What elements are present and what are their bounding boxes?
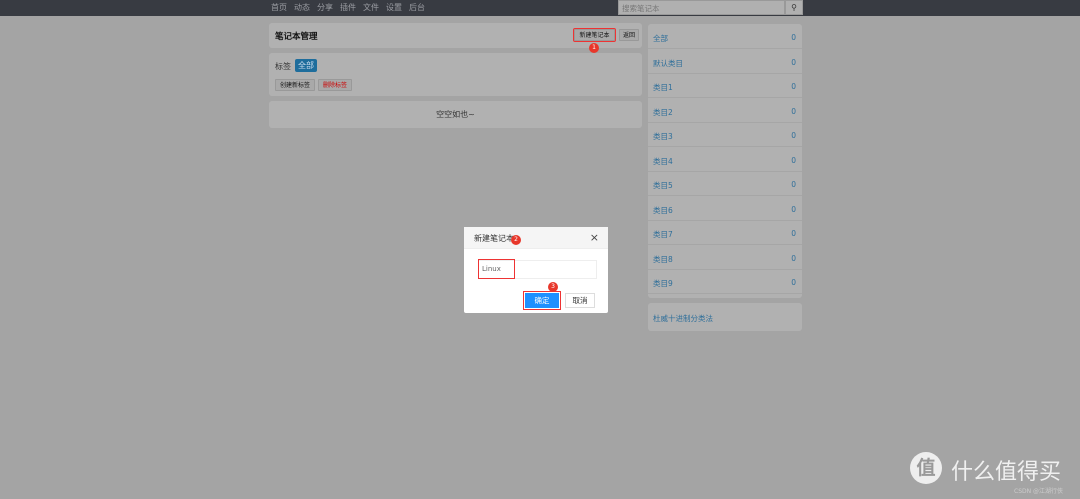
csdn-watermark: CSDN @江湖行侠: [1014, 488, 1064, 495]
nav-item[interactable]: 首页: [271, 2, 287, 13]
annotation-badge-1: 1: [589, 43, 599, 53]
create-tag-button[interactable]: 创建新标签: [275, 79, 315, 91]
category-item[interactable]: 类目2 0: [648, 99, 802, 123]
category-count: 0: [791, 229, 796, 238]
back-button[interactable]: 返回: [619, 29, 639, 41]
category-label: 默认类目: [653, 58, 683, 68]
confirm-button[interactable]: 确定: [523, 291, 561, 310]
category-label: 类目1: [653, 83, 673, 92]
category-count: 0: [791, 204, 796, 214]
new-notebook-dialog: 新建笔记本 × Linux 确定 取消: [464, 227, 608, 313]
category-count: 0: [791, 82, 796, 91]
category-count: 0: [791, 131, 796, 140]
cancel-button[interactable]: 取消: [565, 293, 595, 308]
category-item[interactable]: 类目1 0: [648, 74, 802, 98]
nav-item[interactable]: 后台: [409, 2, 425, 13]
annotation-badge-2: 2: [511, 235, 521, 245]
search-button[interactable]: ⚲: [785, 0, 803, 15]
nav-item[interactable]: 分享: [317, 2, 333, 13]
new-notebook-button[interactable]: 新建笔记本: [573, 28, 616, 42]
category-count: 0: [791, 106, 796, 116]
category-count: 0: [791, 253, 796, 263]
dialog-title: 新建笔记本: [474, 234, 514, 243]
category-count: 0: [791, 180, 796, 189]
annotation-badge-3: 3: [548, 282, 558, 292]
category-count: 0: [791, 278, 796, 287]
empty-message: 空空如也~: [269, 101, 642, 128]
category-count: 0: [791, 33, 796, 42]
tag-all[interactable]: 全部: [295, 59, 317, 72]
category-item[interactable]: 默认类目 0: [648, 50, 802, 74]
category-count: 0: [791, 155, 796, 165]
category-item[interactable]: 类目8 0: [648, 246, 802, 270]
annotation-box: [478, 259, 515, 279]
brand-watermark: 什么值得买: [951, 460, 1062, 485]
category-count: 0: [791, 57, 796, 67]
nav-item[interactable]: 动态: [294, 2, 310, 13]
category-label: 类目2: [653, 107, 673, 117]
close-icon[interactable]: ×: [590, 231, 599, 244]
category-item[interactable]: 全部 0: [648, 25, 802, 49]
category-item[interactable]: 类目9 0: [648, 270, 802, 294]
category-label: 类目8: [653, 254, 673, 264]
search-icon: ⚲: [791, 3, 797, 12]
category-item[interactable]: 类目7 0: [648, 221, 802, 245]
tags-label: 标签: [275, 62, 291, 71]
category-item[interactable]: 类目3 0: [648, 123, 802, 147]
category-label: 类目3: [653, 132, 673, 141]
search-input[interactable]: 搜索笔记本: [618, 0, 785, 15]
brand-logo: 值: [910, 452, 942, 484]
dewey-link[interactable]: 杜威十进制分类法: [653, 313, 713, 324]
nav-item[interactable]: 文件: [363, 2, 379, 13]
top-nav: 首页 动态 分享 插件 文件 设置 后台 搜索笔记本 ⚲: [0, 0, 1080, 16]
category-item[interactable]: 类目5 0: [648, 172, 802, 196]
category-label: 类目5: [653, 181, 673, 190]
page-title: 笔记本管理: [275, 32, 318, 42]
delete-tag-button[interactable]: 删除标签: [318, 79, 352, 91]
nav-item[interactable]: 设置: [386, 2, 402, 13]
category-item[interactable]: 类目6 0: [648, 197, 802, 221]
category-label: 类目6: [653, 205, 673, 215]
nav-links: 首页 动态 分享 插件 文件 设置 后台: [271, 2, 425, 13]
category-label: 类目9: [653, 279, 673, 288]
category-label: 全部: [653, 34, 668, 43]
category-item[interactable]: 类目4 0: [648, 148, 802, 172]
nav-item[interactable]: 插件: [340, 2, 356, 13]
category-label: 类目7: [653, 230, 673, 239]
category-label: 类目4: [653, 156, 673, 166]
